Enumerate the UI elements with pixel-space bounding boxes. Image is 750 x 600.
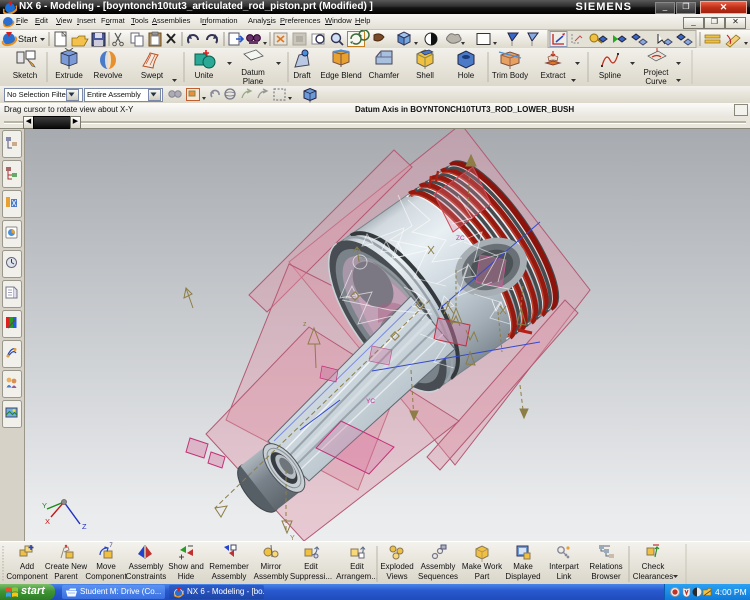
svg-text:7: 7: [109, 543, 113, 549]
svg-text:Assembly: Assembly: [421, 562, 456, 571]
svg-text:Constraints: Constraints: [126, 572, 166, 581]
svg-text:Add: Add: [20, 562, 34, 571]
svg-text:Start: Start: [18, 34, 38, 44]
svg-text:Chamfer: Chamfer: [369, 71, 400, 80]
svg-text:Check: Check: [642, 562, 666, 571]
svg-text:Relations: Relations: [589, 562, 622, 571]
svg-text:Edit: Edit: [304, 562, 319, 571]
svg-text:Move: Move: [96, 562, 116, 571]
svg-text:Shell: Shell: [416, 71, 434, 80]
svg-text:Datum: Datum: [241, 68, 265, 77]
svg-text:Mirror: Mirror: [261, 562, 282, 571]
svg-text:Part: Part: [475, 572, 490, 581]
svg-text:Create New: Create New: [45, 562, 87, 571]
svg-text:Revolve: Revolve: [94, 71, 123, 80]
svg-text:Exploded: Exploded: [380, 562, 413, 571]
svg-text:Make: Make: [513, 562, 533, 571]
svg-text:Extrude: Extrude: [55, 71, 83, 80]
svg-text:Make Work: Make Work: [462, 562, 503, 571]
svg-text:Plane: Plane: [243, 77, 264, 86]
svg-text:Unite: Unite: [195, 71, 214, 80]
svg-text:Hide: Hide: [178, 572, 195, 581]
svg-text:ZC: ZC: [456, 235, 465, 242]
svg-text:Suppressi...: Suppressi...: [290, 572, 332, 581]
svg-text:Assembly: Assembly: [129, 562, 164, 571]
svg-text:Hole: Hole: [458, 71, 475, 80]
svg-text:Component: Component: [6, 572, 48, 581]
svg-text:Extract: Extract: [541, 71, 567, 80]
svg-text:Views: Views: [386, 572, 407, 581]
svg-text:YC: YC: [366, 398, 375, 405]
svg-text:Displayed: Displayed: [505, 572, 540, 581]
svg-text:Swept: Swept: [141, 71, 164, 80]
svg-text:Show and: Show and: [168, 562, 204, 571]
svg-text:Trim Body: Trim Body: [492, 71, 528, 80]
svg-text:Sketch: Sketch: [13, 71, 37, 80]
svg-text:X: X: [45, 517, 50, 526]
svg-text:Sequences: Sequences: [418, 572, 458, 581]
svg-text:Interpart: Interpart: [549, 562, 580, 571]
svg-text:z: z: [303, 321, 307, 328]
svg-text:Clearances: Clearances: [633, 572, 673, 581]
svg-text:Browser: Browser: [591, 572, 621, 581]
svg-text:Spline: Spline: [599, 71, 622, 80]
svg-text:Curve: Curve: [645, 77, 667, 86]
svg-text:Component: Component: [85, 572, 127, 581]
svg-text:Edit: Edit: [350, 562, 365, 571]
svg-text:Parent: Parent: [54, 572, 78, 581]
svg-text:Z: Z: [82, 522, 87, 531]
svg-text:Y: Y: [42, 501, 47, 510]
svg-text:Draft: Draft: [293, 71, 311, 80]
svg-text:Link: Link: [557, 572, 573, 581]
svg-text:Assembly: Assembly: [254, 572, 289, 581]
svg-text:Remember: Remember: [209, 562, 249, 571]
svg-text:Arrangem...: Arrangem...: [336, 572, 378, 581]
svg-text:Edge Blend: Edge Blend: [320, 71, 361, 80]
svg-text:Project: Project: [644, 68, 670, 77]
svg-text:Assembly: Assembly: [212, 572, 247, 581]
